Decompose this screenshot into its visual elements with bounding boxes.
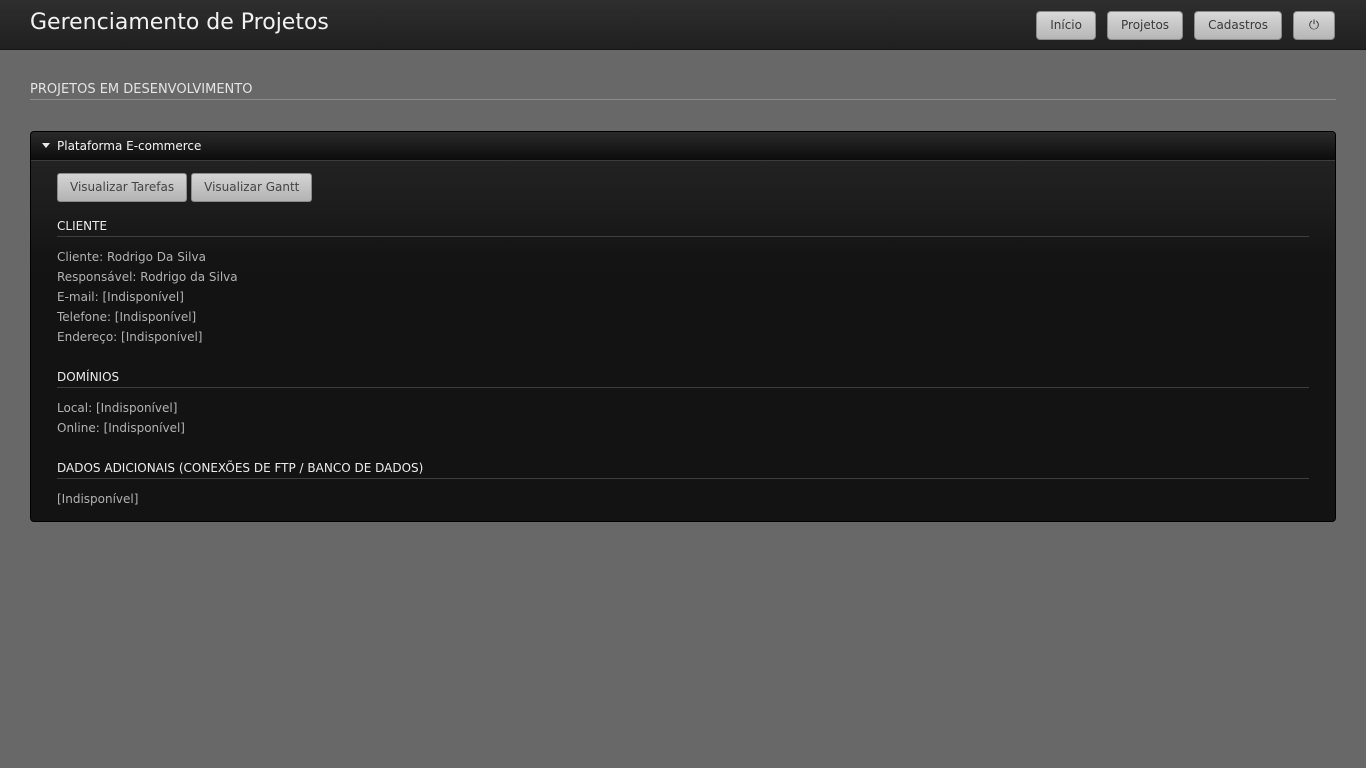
- domains-group: DOMÍNIOS Local: [Indisponível] Online: […: [57, 370, 1309, 438]
- project-name: Plataforma E-commerce: [57, 139, 202, 153]
- section-title: PROJETOS EM DESENVOLVIMENTO: [30, 82, 1336, 100]
- caret-down-icon: [42, 143, 50, 148]
- domains-fields: Local: [Indisponível] Online: [Indisponí…: [57, 398, 1309, 438]
- client-address: Endereço: [Indisponível]: [57, 330, 203, 344]
- client-title: CLIENTE: [57, 219, 1309, 237]
- nav-registrations-button[interactable]: Cadastros: [1194, 11, 1282, 40]
- main-nav: Início Projetos Cadastros ⏻: [1036, 11, 1335, 40]
- project-panel-body: Visualizar Tarefas Visualizar Gantt CLIE…: [31, 161, 1335, 521]
- view-tasks-button[interactable]: Visualizar Tarefas: [57, 173, 188, 202]
- client-fields: Cliente: Rodrigo Da Silva Responsável: R…: [57, 247, 1309, 347]
- domains-title: DOMÍNIOS: [57, 370, 1309, 388]
- extra-data: [Indisponível]: [57, 492, 139, 506]
- project-panel-header[interactable]: Plataforma E-commerce: [31, 132, 1335, 161]
- nav-projects-button[interactable]: Projetos: [1107, 11, 1184, 40]
- logout-button[interactable]: ⏻: [1293, 11, 1335, 40]
- project-actions: Visualizar Tarefas Visualizar Gantt: [57, 173, 313, 202]
- domain-local: Local: [Indisponível]: [57, 401, 178, 415]
- extra-title: DADOS ADICIONAIS (CONEXÕES DE FTP / BANC…: [57, 461, 1309, 479]
- nav-home-button[interactable]: Início: [1036, 11, 1096, 40]
- client-group: CLIENTE Cliente: Rodrigo Da Silva Respon…: [57, 219, 1309, 347]
- extra-group: DADOS ADICIONAIS (CONEXÕES DE FTP / BANC…: [57, 461, 1309, 509]
- view-gantt-button[interactable]: Visualizar Gantt: [191, 173, 313, 202]
- client-name: Cliente: Rodrigo Da Silva: [57, 250, 206, 264]
- extra-fields: [Indisponível]: [57, 489, 1309, 509]
- client-email: E-mail: [Indisponível]: [57, 290, 184, 304]
- client-responsible: Responsável: Rodrigo da Silva: [57, 270, 238, 284]
- app-title: Gerenciamento de Projetos: [30, 10, 329, 35]
- power-icon: ⏻: [1308, 18, 1320, 33]
- top-navbar: Gerenciamento de Projetos Início Projeto…: [0, 0, 1366, 50]
- client-phone: Telefone: [Indisponível]: [57, 310, 197, 324]
- domain-online: Online: [Indisponível]: [57, 421, 185, 435]
- project-panel: Plataforma E-commerce Visualizar Tarefas…: [30, 131, 1336, 522]
